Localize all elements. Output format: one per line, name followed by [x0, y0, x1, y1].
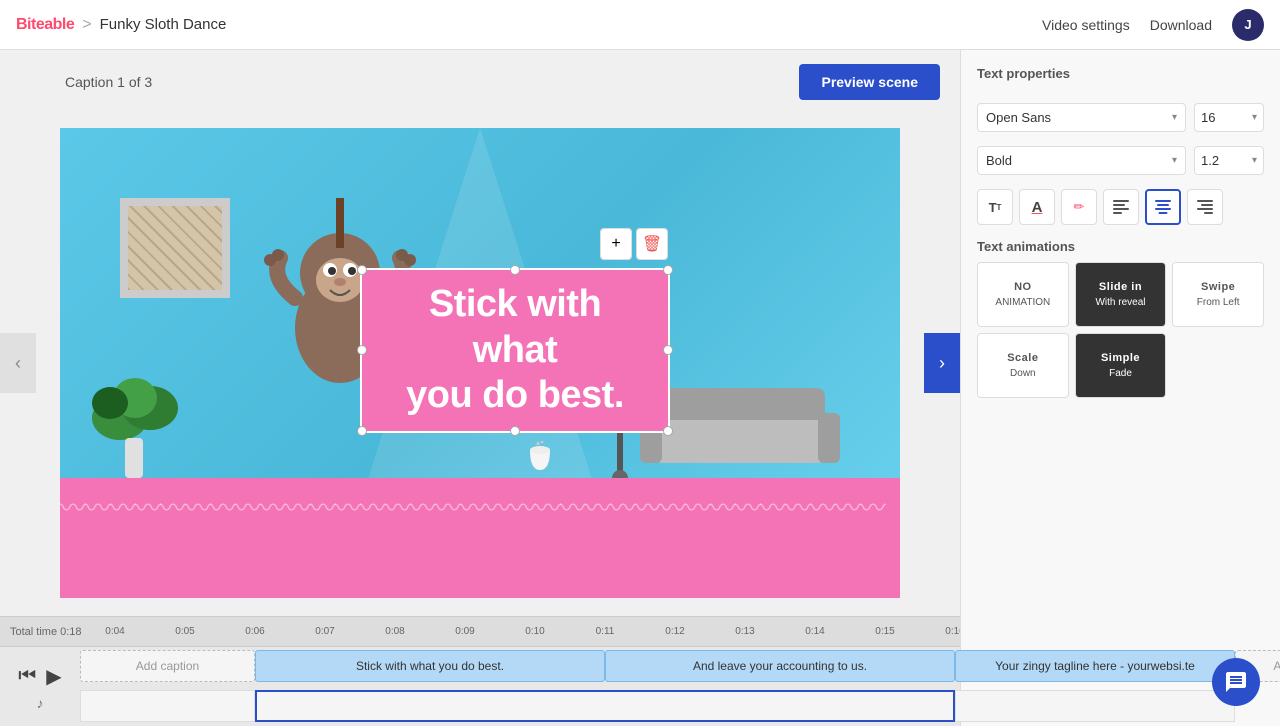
- timeline-area: Total time 0:18 0:04 0:05 0:06 0:07 0:08…: [0, 616, 960, 726]
- coffee-cup: [525, 440, 555, 480]
- time-mark-0: 0:04: [80, 626, 150, 637]
- add-element-button[interactable]: +: [600, 228, 632, 260]
- chat-support-button[interactable]: [1212, 658, 1260, 706]
- app-logo[interactable]: Biteable: [16, 16, 74, 34]
- transport-row: ⏮ ▶: [18, 664, 61, 689]
- anim-swipe-from-left[interactable]: Swipe From Left: [1172, 262, 1264, 327]
- anim-simple-fade[interactable]: Simple Fade: [1075, 333, 1167, 398]
- line-height-chevron: ▾: [1252, 155, 1257, 166]
- align-center-button[interactable]: [1145, 189, 1181, 225]
- font-size-select[interactable]: 16 ▾: [1194, 103, 1264, 132]
- font-family-chevron: ▾: [1172, 112, 1177, 123]
- text-animations-title: Text animations: [977, 239, 1264, 254]
- user-avatar[interactable]: J: [1232, 9, 1264, 41]
- highlight-button[interactable]: ✏: [1061, 189, 1097, 225]
- resize-handle-bm[interactable]: [510, 426, 520, 436]
- scene-canvas: 〰〰〰〰〰〰〰〰〰〰〰〰〰〰〰〰〰〰〰〰〰〰〰〰〰〰〰〰〰〰〰〰〰 + 🗑: [60, 128, 900, 598]
- align-left-button[interactable]: [1103, 189, 1139, 225]
- plant-decoration: [90, 348, 180, 483]
- resize-handle-tm[interactable]: [510, 265, 520, 275]
- add-caption-segment[interactable]: Add caption: [80, 650, 255, 682]
- anim-slide-in-with-reveal[interactable]: Slide in With reveal: [1075, 262, 1167, 327]
- time-mark-4: 0:08: [360, 626, 430, 637]
- time-mark-11: 0:15: [850, 626, 920, 637]
- caption-label: Caption 1 of 3: [65, 74, 152, 90]
- caption-row-1: Add caption Stick with what you do best.…: [80, 647, 960, 685]
- align-right-button[interactable]: [1187, 189, 1223, 225]
- scene-header: Caption 1 of 3 Preview scene: [0, 50, 960, 110]
- left-panel: Caption 1 of 3 Preview scene ‹: [0, 50, 960, 726]
- caption-segment-2[interactable]: And leave your accounting to us.: [605, 650, 955, 682]
- nav-prev-button[interactable]: ‹: [0, 333, 36, 393]
- total-time-label: Total time 0:18: [10, 626, 82, 638]
- rewind-button[interactable]: ⏮: [18, 665, 36, 688]
- floor-waves: 〰〰〰〰〰〰〰〰〰〰〰〰〰〰〰〰〰〰〰〰〰〰〰〰〰〰〰〰〰〰〰〰〰: [60, 478, 900, 535]
- time-mark-10: 0:14: [780, 626, 850, 637]
- anim-no-animation[interactable]: NO ANIMATION: [977, 262, 1069, 327]
- right-panel: Text properties Open Sans ▾ 16 ▾ Bold ▾ …: [960, 50, 1280, 726]
- time-mark-8: 0:12: [640, 626, 710, 637]
- main-content: Caption 1 of 3 Preview scene ‹: [0, 50, 1280, 726]
- play-button[interactable]: ▶: [46, 664, 61, 689]
- selection-toolbar: + 🗑: [600, 228, 668, 260]
- font-size-chevron: ▾: [1252, 112, 1257, 123]
- resize-handle-bl[interactable]: [357, 426, 367, 436]
- time-mark-6: 0:10: [500, 626, 570, 637]
- resize-handle-ml[interactable]: [357, 345, 367, 355]
- nav-next-button[interactable]: ›: [924, 333, 960, 393]
- time-mark-3: 0:07: [290, 626, 360, 637]
- preview-scene-button[interactable]: Preview scene: [799, 64, 940, 100]
- topbar-right: Video settings Download J: [1042, 9, 1264, 41]
- caption-selected-box: [255, 690, 955, 722]
- resize-handle-mr[interactable]: [663, 345, 673, 355]
- caption-segment-3[interactable]: Your zingy tagline here - yourwebsi.te: [955, 650, 1235, 682]
- picture-frame: [120, 198, 230, 298]
- resize-handle-br[interactable]: [663, 426, 673, 436]
- font-family-select[interactable]: Open Sans ▾: [977, 103, 1186, 132]
- playback-controls: ⏮ ▶ ♪: [0, 647, 80, 726]
- caption-row-2: [80, 687, 960, 725]
- font-prop-row: Open Sans ▾ 16 ▾: [977, 103, 1264, 132]
- music-icon: ♪: [37, 695, 44, 711]
- time-mark-12: 0:16: [920, 626, 960, 637]
- caption-empty-1: [80, 690, 255, 722]
- breadcrumb-separator: >: [82, 16, 91, 34]
- font-weight-chevron: ▾: [1172, 155, 1177, 166]
- time-mark-2: 0:06: [220, 626, 290, 637]
- frame-texture: [128, 206, 222, 290]
- animations-grid: NO ANIMATION Slide in With reveal Swipe …: [977, 262, 1264, 398]
- download-button[interactable]: Download: [1150, 17, 1212, 33]
- time-mark-5: 0:09: [430, 626, 500, 637]
- text-format-button[interactable]: TT: [977, 189, 1013, 225]
- text-selection-box[interactable]: + 🗑 Stick with what you do best.: [360, 268, 670, 433]
- text-properties-title: Text properties: [977, 66, 1264, 81]
- video-settings-button[interactable]: Video settings: [1042, 17, 1130, 33]
- resize-handle-tr[interactable]: [663, 265, 673, 275]
- caption-tracks: Add caption Stick with what you do best.…: [80, 647, 960, 726]
- topbar: Biteable > Funky Sloth Dance Video setti…: [0, 0, 1280, 50]
- caption-text[interactable]: Stick with what you do best.: [362, 270, 668, 431]
- text-tools-row: TT A ✏: [977, 189, 1264, 225]
- text-animations-section: Text animations NO ANIMATION Slide in Wi…: [977, 239, 1264, 398]
- time-mark-9: 0:13: [710, 626, 780, 637]
- text-color-button[interactable]: A: [1019, 189, 1055, 225]
- time-mark-1: 0:05: [150, 626, 220, 637]
- line-height-select[interactable]: 1.2 ▾: [1194, 146, 1264, 175]
- caption-segment-1[interactable]: Stick with what you do best.: [255, 650, 605, 682]
- anim-scale-down[interactable]: Scale Down: [977, 333, 1069, 398]
- timeline-ruler: Total time 0:18 0:04 0:05 0:06 0:07 0:08…: [0, 617, 960, 647]
- time-mark-7: 0:11: [570, 626, 640, 637]
- project-title: Funky Sloth Dance: [100, 16, 227, 33]
- scene-floor: 〰〰〰〰〰〰〰〰〰〰〰〰〰〰〰〰〰〰〰〰〰〰〰〰〰〰〰〰〰〰〰〰〰: [60, 478, 900, 598]
- delete-element-button[interactable]: 🗑: [636, 228, 668, 260]
- resize-handle-tl[interactable]: [357, 265, 367, 275]
- canvas-area: ‹: [0, 110, 960, 616]
- time-marks: 0:04 0:05 0:06 0:07 0:08 0:09 0:10 0:11 …: [80, 617, 960, 646]
- weight-prop-row: Bold ▾ 1.2 ▾: [977, 146, 1264, 175]
- font-weight-select[interactable]: Bold ▾: [977, 146, 1186, 175]
- caption-empty-3: [955, 690, 1235, 722]
